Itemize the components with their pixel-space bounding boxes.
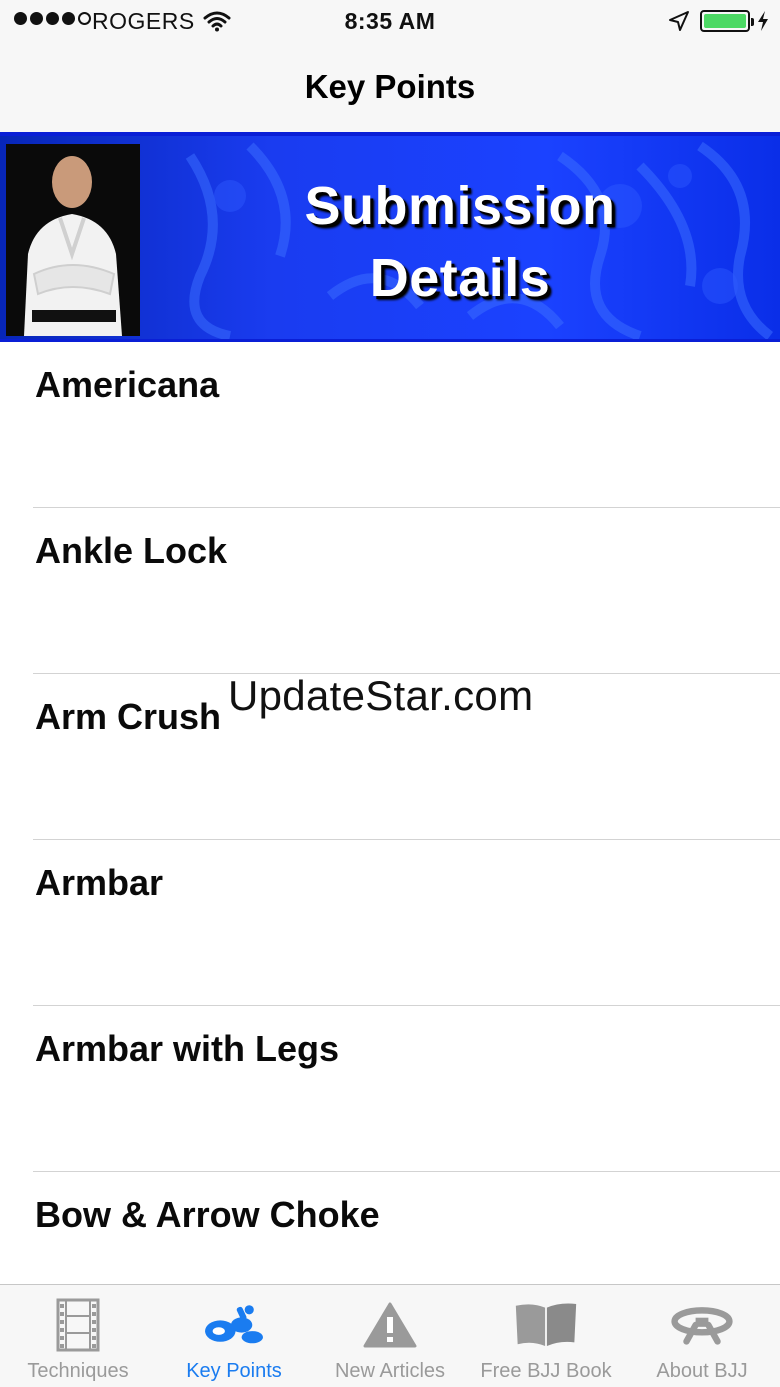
list-item[interactable]: Armbar <box>0 840 780 1006</box>
banner-title-line1: Submission <box>304 176 616 236</box>
tab-key-points[interactable]: Key Points <box>156 1285 312 1387</box>
tab-about-bjj[interactable]: About BJJ <box>624 1285 780 1387</box>
tab-label: New Articles <box>334 1360 446 1382</box>
banner-title-line2: Details <box>369 248 551 308</box>
list-item-label: Arm Crush <box>35 696 222 737</box>
list-item-label: Americana <box>35 364 220 405</box>
tab-bar: Techniques Key Points New Articles Free … <box>0 1284 780 1387</box>
tab-label: About BJJ <box>656 1360 748 1382</box>
list-item[interactable]: Americana <box>0 342 780 508</box>
list-item-label: Armbar <box>35 862 164 903</box>
list-item-label: Ankle Lock <box>35 530 228 571</box>
technique-list: Americana Ankle Lock Arm Crush Armbar Ar… <box>0 342 780 1282</box>
tab-label: Techniques <box>27 1360 129 1382</box>
list-item[interactable]: Armbar with Legs <box>0 1006 780 1172</box>
film-icon <box>46 1295 110 1355</box>
list-item-label: Armbar with Legs <box>35 1028 340 1069</box>
clock: 8:35 AM <box>344 8 436 34</box>
instructor-photo <box>6 144 140 336</box>
location-arrow-icon <box>668 10 690 38</box>
submission-details-banner: Submission Details <box>0 132 780 342</box>
page-title: Key Points <box>304 68 476 105</box>
watermark: UpdateStar.com <box>228 672 534 719</box>
list-item[interactable]: Bow & Arrow Choke <box>0 1172 780 1282</box>
list-item[interactable]: Ankle Lock <box>0 508 780 674</box>
book-icon <box>514 1295 578 1355</box>
tab-label: Key Points <box>186 1360 282 1382</box>
key-points-icon <box>202 1295 266 1355</box>
charging-bolt-icon <box>756 10 770 38</box>
tab-free-bjj-book[interactable]: Free BJJ Book <box>468 1285 624 1387</box>
warning-icon <box>358 1295 422 1355</box>
tab-new-articles[interactable]: New Articles <box>312 1285 468 1387</box>
navigation-bar: Key Points <box>0 42 780 132</box>
list-item-label: Bow & Arrow Choke <box>35 1194 380 1235</box>
belt-icon <box>670 1295 734 1355</box>
tab-techniques[interactable]: Techniques <box>0 1285 156 1387</box>
status-bar: ROGERS 8:35 AM <box>0 0 780 42</box>
battery-icon <box>700 10 754 32</box>
tab-label: Free BJJ Book <box>480 1360 612 1382</box>
